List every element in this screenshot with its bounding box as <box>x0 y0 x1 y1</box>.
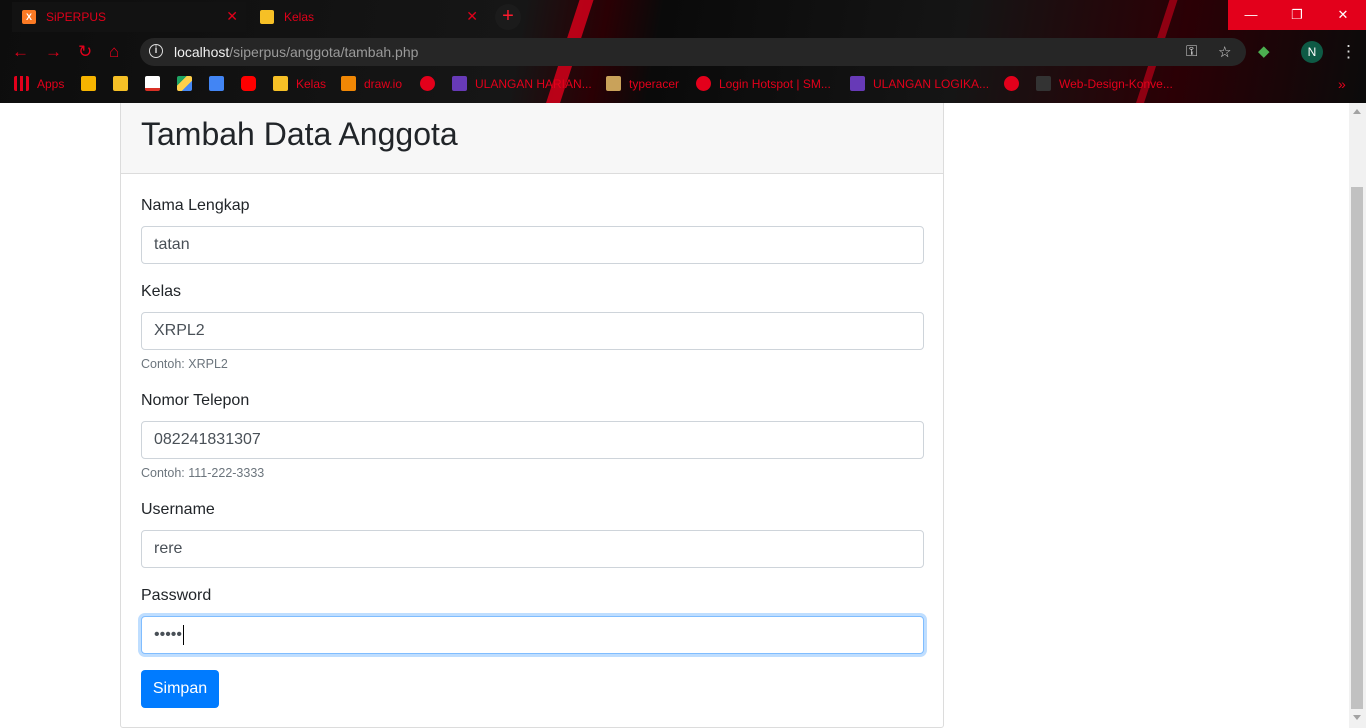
label-username: Username <box>141 501 215 518</box>
bookmark-classroom[interactable] <box>113 76 136 91</box>
bookmark-apps[interactable]: Apps <box>14 76 64 91</box>
bookmark-ulangan-harian[interactable]: ULANGAN HARIAN... <box>452 76 592 91</box>
google-forms-icon <box>850 76 865 91</box>
tab-siperpus[interactable]: X SiPERPUS ✕ <box>12 2 246 32</box>
scrollbar-thumb[interactable] <box>1351 187 1363 709</box>
page-title: Tambah Data Anggota <box>141 116 458 152</box>
bookmark-label: draw.io <box>364 76 403 91</box>
bookmark-web-design[interactable]: Web-Design-Konve... <box>1036 76 1173 91</box>
browser-chrome: X SiPERPUS ✕ Kelas ✕ + — ❐ ✕ ← → ↻ ⌂ i l… <box>0 0 1366 103</box>
bookmark-gmail[interactable] <box>145 76 168 91</box>
bookmark-typeracer[interactable]: typeracer <box>606 76 679 91</box>
username-input[interactable]: rere <box>141 530 924 568</box>
page-viewport: Tambah Data Anggota Nama Lengkap tatan K… <box>0 103 1366 728</box>
bookmark-label: Login Hotspot | SM... <box>719 76 831 91</box>
forward-icon[interactable]: → <box>45 42 62 62</box>
tab-title: SiPERPUS <box>46 10 107 24</box>
vertical-scrollbar[interactable] <box>1349 103 1366 728</box>
label-nama-lengkap: Nama Lengkap <box>141 197 250 214</box>
bookmark-globe-2[interactable] <box>1004 76 1027 91</box>
bookmark-star-icon[interactable]: ☆ <box>1218 43 1231 61</box>
tab-title: Kelas <box>284 10 315 24</box>
nomor-telepon-input[interactable]: 082241831307 <box>141 421 924 459</box>
bookmark-label: Web-Design-Konve... <box>1059 76 1173 91</box>
google-classroom-icon <box>260 10 274 24</box>
site-info-icon[interactable]: i <box>149 44 163 58</box>
text-caret <box>183 624 185 645</box>
label-kelas: Kelas <box>141 283 182 300</box>
minimize-button[interactable]: — <box>1228 0 1274 30</box>
password-input[interactable]: ••••• <box>141 616 924 654</box>
new-tab-button[interactable]: + <box>495 4 521 30</box>
bookmark-keep[interactable] <box>81 76 104 91</box>
bookmark-login-hotspot[interactable]: Login Hotspot | SM... <box>696 76 831 91</box>
bookmark-label: ULANGAN LOGIKA... <box>873 76 990 91</box>
bookmark-drawio[interactable]: draw.io <box>341 76 402 91</box>
google-classroom-icon <box>113 76 128 91</box>
restore-button[interactable]: ❐ <box>1274 0 1320 30</box>
close-tab-icon[interactable]: ✕ <box>466 9 478 23</box>
back-icon[interactable]: ← <box>12 42 29 62</box>
bookmark-globe[interactable] <box>420 76 443 91</box>
tab-kelas[interactable]: Kelas ✕ <box>250 2 486 32</box>
google-drive-icon <box>177 76 192 91</box>
xampp-icon: X <box>22 10 36 24</box>
typeracer-icon <box>606 76 621 91</box>
google-forms-icon <box>452 76 467 91</box>
bookmark-label: Kelas <box>296 76 327 91</box>
bookmark-label: typeracer <box>629 76 680 91</box>
google-keep-icon <box>81 76 96 91</box>
url-text: localhost/siperpus/anggota/tambah.php <box>174 44 418 60</box>
telepon-help-text: Contoh: 111-222-3333 <box>141 466 265 480</box>
google-docs-icon <box>209 76 224 91</box>
globe-icon <box>420 76 435 91</box>
more-bookmarks-icon[interactable]: » <box>1338 76 1346 92</box>
globe-icon <box>1004 76 1019 91</box>
menu-kebab-icon[interactable]: ⋮ <box>1340 42 1357 62</box>
profile-avatar[interactable]: N <box>1301 41 1323 63</box>
bookmark-ulangan-logika[interactable]: ULANGAN LOGIKA... <box>850 76 989 91</box>
google-classroom-icon <box>273 76 288 91</box>
url-path: /siperpus/anggota/tambah.php <box>229 44 419 60</box>
bookmark-youtube[interactable] <box>241 76 264 91</box>
bookmark-docs[interactable] <box>209 76 232 91</box>
extension-icon[interactable]: ◆ <box>1258 42 1270 62</box>
form-card: Tambah Data Anggota Nama Lengkap tatan K… <box>120 103 944 728</box>
reload-icon[interactable]: ↻ <box>78 42 92 62</box>
url-host: localhost <box>174 44 230 60</box>
key-icon[interactable]: ⚿ <box>1186 43 1197 60</box>
bookmark-label: ULANGAN HARIAN... <box>475 76 592 91</box>
scroll-up-icon[interactable] <box>1353 109 1361 114</box>
address-bar[interactable]: i localhost/siperpus/anggota/tambah.php … <box>140 38 1246 66</box>
bookmark-drive[interactable] <box>177 76 200 91</box>
drawio-icon <box>341 76 356 91</box>
simpan-button[interactable]: Simpan <box>141 670 219 708</box>
bookmark-kelas[interactable]: Kelas <box>273 76 326 91</box>
gmail-icon <box>145 76 160 91</box>
nama-lengkap-input[interactable]: tatan <box>141 226 924 264</box>
label-password: Password <box>141 587 212 604</box>
file-icon <box>1036 76 1051 91</box>
close-tab-icon[interactable]: ✕ <box>226 9 238 23</box>
label-nomor-telepon: Nomor Telepon <box>141 392 250 409</box>
apps-grid-icon <box>14 76 29 91</box>
youtube-icon <box>241 76 256 91</box>
browser-toolbar: ← → ↻ ⌂ i localhost/siperpus/anggota/tam… <box>0 36 1366 68</box>
bookmark-label: Apps <box>37 76 65 91</box>
kelas-help-text: Contoh: XRPL2 <box>141 357 228 371</box>
close-window-button[interactable]: ✕ <box>1320 0 1366 30</box>
bookmarks-bar: Apps Kelas draw.io ULANGAN HARIAN... typ… <box>0 70 1366 98</box>
globe-icon <box>696 76 711 91</box>
scroll-down-icon[interactable] <box>1353 715 1361 720</box>
kelas-input[interactable]: XRPL2 <box>141 312 924 350</box>
home-icon[interactable]: ⌂ <box>109 42 119 62</box>
password-masked-value: ••••• <box>154 626 183 643</box>
card-header: Tambah Data Anggota <box>121 103 943 174</box>
